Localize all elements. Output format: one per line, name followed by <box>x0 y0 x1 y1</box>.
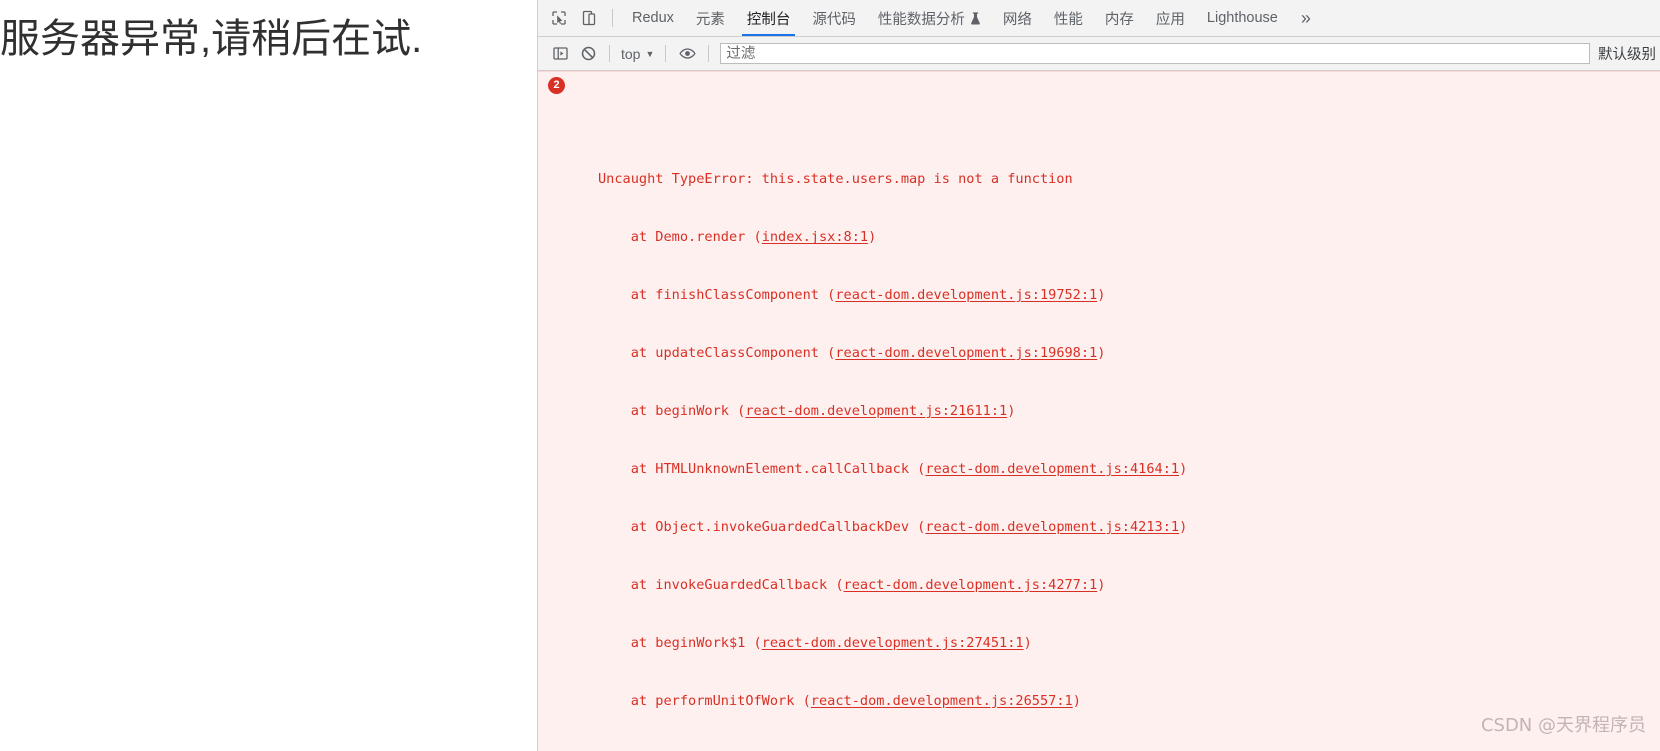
tab-label: 控制台 <box>746 11 791 28</box>
tab-console[interactable]: 控制台 <box>736 0 802 36</box>
tab-label: 网络 <box>1002 11 1032 28</box>
tab-sources[interactable]: 源代码 <box>801 0 867 36</box>
line-tail: ) <box>1179 518 1188 535</box>
source-link[interactable]: react-dom.development.js:27451:1 <box>762 635 1024 651</box>
toolbar-divider <box>612 9 613 27</box>
line-text: at HTMLUnknownElement.callCallback ( <box>598 460 926 477</box>
tab-network[interactable]: 网络 <box>992 0 1043 36</box>
devtools-panel: Redux 元素 控制台 源代码 性能数据分析 网络 性能 内存 应用 Ligh… <box>538 0 1660 751</box>
line-text: at Demo.render ( <box>598 229 762 246</box>
stack-line: at performUnitOfWork (react-dom.developm… <box>598 692 1660 711</box>
message-line: Uncaught TypeError: this.state.users.map… <box>598 170 1660 189</box>
line-tail: ) <box>1179 460 1188 477</box>
console-filter-input[interactable] <box>720 43 1590 64</box>
stack-line: at Object.invokeGuardedCallbackDev (reac… <box>598 518 1660 537</box>
more-tabs-chevron-icon[interactable]: » <box>1289 0 1323 36</box>
screenshot-root: 服务器异常,请稍后在试. Redux 元素 控制台 源代码 性能数据分析 网络 … <box>0 0 1660 751</box>
line-text: at performUnitOfWork ( <box>598 692 811 709</box>
source-link[interactable]: react-dom.development.js:19698:1 <box>835 345 1097 361</box>
line-text: at Object.invokeGuardedCallbackDev ( <box>598 518 926 535</box>
console-sidebar-icon[interactable] <box>546 41 574 67</box>
log-levels-dropdown[interactable]: 默认级别 <box>1598 43 1660 64</box>
line-text: at updateClassComponent ( <box>598 345 836 362</box>
tab-label: Redux <box>632 10 674 26</box>
tab-label: 性能数据分析 <box>877 11 965 28</box>
line-tail: ) <box>1072 692 1081 709</box>
source-link[interactable]: react-dom.development.js:21611:1 <box>745 403 1007 419</box>
filterbar-divider-3 <box>708 45 710 62</box>
tab-label: 源代码 <box>812 11 856 28</box>
tab-label: Lighthouse <box>1206 10 1278 26</box>
stack-line: at beginWork (react-dom.development.js:2… <box>598 402 1660 421</box>
device-toolbar-icon[interactable] <box>574 0 604 36</box>
page-error-heading: 服务器异常,请稍后在试. <box>0 17 423 61</box>
line-tail: ) <box>1023 634 1032 651</box>
inspect-element-icon[interactable] <box>544 0 574 36</box>
tab-performance[interactable]: 性能 <box>1043 0 1094 36</box>
console-message-list[interactable]: 2 Uncaught TypeError: this.state.users.m… <box>538 71 1660 751</box>
source-link[interactable]: react-dom.development.js:4277:1 <box>844 577 1098 593</box>
source-link[interactable]: index.jsx:8:1 <box>762 229 868 245</box>
line-tail: ) <box>1097 345 1106 362</box>
tab-label: 性能 <box>1053 11 1083 28</box>
tab-memory[interactable]: 内存 <box>1094 0 1145 36</box>
stack-line: at beginWork$1 (react-dom.development.js… <box>598 634 1660 653</box>
stack-line: at invokeGuardedCallback (react-dom.deve… <box>598 576 1660 595</box>
context-value: top <box>621 45 641 62</box>
line-text: at invokeGuardedCallback ( <box>598 576 844 593</box>
tab-redux[interactable]: Redux <box>621 0 685 36</box>
source-link[interactable]: react-dom.development.js:26557:1 <box>811 693 1073 709</box>
tab-label: 应用 <box>1155 11 1185 28</box>
stack-line: at HTMLUnknownElement.callCallback (reac… <box>598 460 1660 479</box>
error-count-badge: 2 <box>548 77 565 94</box>
filterbar-divider-2 <box>665 45 667 62</box>
live-expression-eye-icon[interactable] <box>673 41 701 67</box>
stack-line: at Demo.render (index.jsx:8:1) <box>598 228 1660 247</box>
line-text: at beginWork ( <box>598 403 746 420</box>
line-tail: ) <box>1097 576 1106 593</box>
line-tail: ) <box>1097 287 1106 304</box>
web-page-pane: 服务器异常,请稍后在试. <box>0 0 538 751</box>
line-text: at finishClassComponent ( <box>598 287 836 304</box>
tab-label: 内存 <box>1104 11 1134 28</box>
line-text: Uncaught TypeError: this.state.users.map… <box>598 171 1073 188</box>
filterbar-divider <box>609 45 610 62</box>
console-message-error-group[interactable]: 2 Uncaught TypeError: this.state.users.m… <box>538 71 1660 751</box>
source-link[interactable]: react-dom.development.js:4164:1 <box>925 461 1179 477</box>
chevron-down-icon: ▼ <box>645 49 655 59</box>
tab-elements[interactable]: 元素 <box>685 0 736 36</box>
devtools-tabbar: Redux 元素 控制台 源代码 性能数据分析 网络 性能 内存 应用 Ligh… <box>538 0 1660 37</box>
message-body: Uncaught TypeError: this.state.users.map… <box>538 132 1660 751</box>
line-text: at beginWork$1 ( <box>598 634 762 651</box>
source-link[interactable]: react-dom.development.js:19752:1 <box>835 287 1097 303</box>
tab-lighthouse[interactable]: Lighthouse <box>1196 0 1289 36</box>
stack-line: at updateClassComponent (react-dom.devel… <box>598 344 1660 363</box>
tab-label: 元素 <box>695 11 725 28</box>
stack-line: at finishClassComponent (react-dom.devel… <box>598 286 1660 305</box>
tab-performance-insights[interactable]: 性能数据分析 <box>867 0 992 36</box>
beaker-icon <box>970 11 981 25</box>
tab-application[interactable]: 应用 <box>1145 0 1196 36</box>
clear-console-icon[interactable] <box>574 41 602 67</box>
line-tail: ) <box>1007 403 1016 420</box>
line-tail: ) <box>868 229 877 246</box>
execution-context-selector[interactable]: top ▼ <box>617 46 658 62</box>
console-filter-toolbar: top ▼ 默认级别 <box>538 37 1660 71</box>
source-link[interactable]: react-dom.development.js:4213:1 <box>925 519 1179 535</box>
